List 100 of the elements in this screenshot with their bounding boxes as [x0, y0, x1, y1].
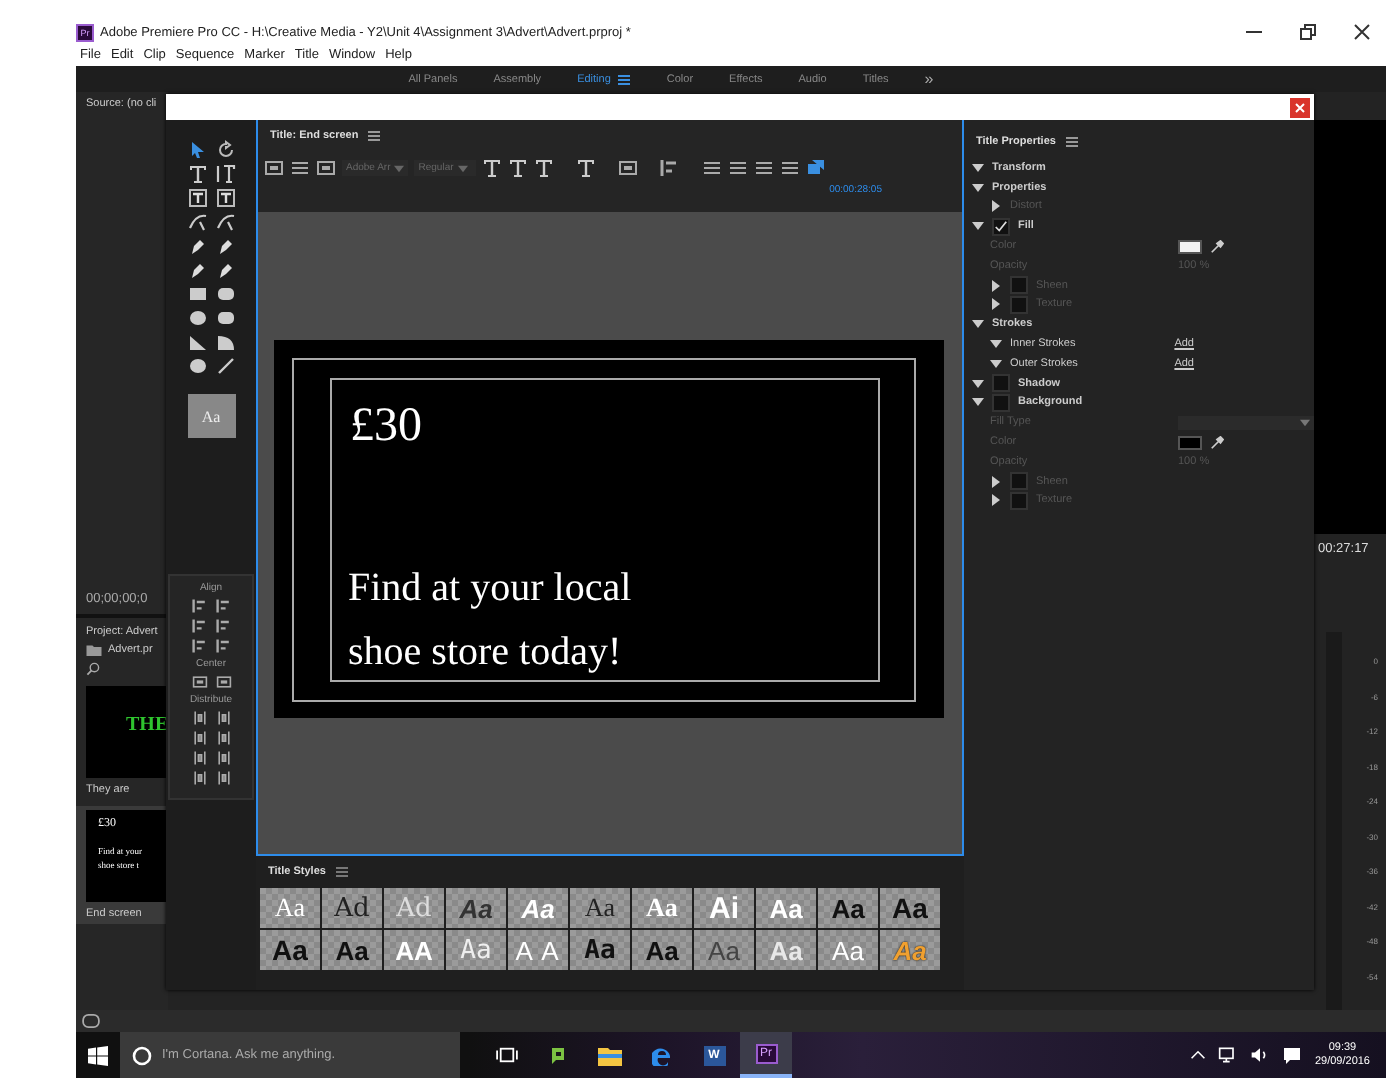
title-style[interactable]: Aa — [818, 930, 878, 970]
expanded-arrow-icon[interactable] — [972, 220, 984, 233]
chevron-up-icon[interactable] — [1190, 1050, 1207, 1060]
menu-icon[interactable] — [618, 73, 631, 85]
underline-icon[interactable] — [533, 158, 554, 178]
expanded-arrow-icon[interactable] — [972, 396, 984, 409]
expanded-arrow-icon[interactable] — [990, 338, 1002, 351]
style-preview: Aa — [187, 394, 235, 438]
close-icon[interactable] — [1352, 22, 1372, 42]
cortana-icon — [132, 1045, 152, 1065]
title-style[interactable]: Aa — [694, 930, 754, 970]
checkbox[interactable] — [992, 374, 1010, 393]
keyboard-icon[interactable] — [82, 1014, 100, 1028]
expanded-arrow-icon[interactable] — [972, 161, 984, 174]
triangle-tool-icon[interactable] — [187, 332, 207, 352]
title-style[interactable]: Aa — [756, 888, 816, 928]
title-text[interactable]: £30 — [350, 400, 422, 454]
vtext-tool-icon[interactable] — [215, 164, 235, 184]
folder-icon — [598, 1045, 622, 1065]
kerning-icon[interactable] — [617, 158, 638, 178]
template-icon[interactable] — [316, 158, 336, 178]
checkbox[interactable] — [992, 217, 1010, 236]
app-icon — [548, 1045, 568, 1065]
line-tool-icon[interactable] — [215, 356, 235, 376]
distribute-icon[interactable] — [191, 730, 207, 746]
title-style[interactable]: Aa — [260, 930, 320, 970]
arrow-tool-icon[interactable] — [187, 140, 207, 160]
task-view-icon — [495, 1046, 517, 1064]
align-center-icon[interactable] — [727, 158, 748, 178]
leading-icon[interactable] — [659, 158, 680, 178]
path-tool-icon[interactable] — [187, 212, 207, 232]
ellipse-tool-icon[interactable] — [187, 308, 207, 328]
new-title-icon[interactable] — [264, 158, 284, 178]
video-icon[interactable] — [805, 158, 826, 178]
align-left-icon[interactable] — [701, 158, 722, 178]
font-size-icon[interactable] — [575, 158, 596, 178]
title-text[interactable]: Find at your local shoe store today! — [348, 556, 632, 684]
caret-icon — [394, 163, 405, 173]
center-icon[interactable] — [191, 674, 207, 690]
align-icon[interactable] — [191, 618, 207, 634]
checkbox[interactable] — [992, 393, 1010, 412]
arc-tool-icon[interactable] — [215, 332, 235, 352]
restore-icon[interactable] — [1298, 22, 1318, 42]
distribute-icon[interactable] — [215, 730, 231, 746]
windows-logo-icon[interactable] — [88, 1045, 108, 1065]
distribute-icon[interactable] — [191, 770, 207, 786]
area-tool-icon[interactable] — [187, 188, 207, 208]
vpath-tool-icon[interactable] — [215, 212, 235, 232]
speaker-icon[interactable] — [1250, 1046, 1271, 1064]
expanded-arrow-icon[interactable] — [972, 181, 984, 194]
rotate-tool-icon[interactable] — [215, 140, 235, 160]
menu-icon[interactable] — [335, 866, 348, 878]
align-right-icon[interactable] — [753, 158, 774, 178]
distribute-icon[interactable] — [191, 750, 207, 766]
text-tool-icon[interactable] — [187, 164, 207, 184]
tab-stops-icon[interactable] — [779, 158, 800, 178]
menu-icon[interactable] — [1065, 136, 1078, 148]
distribute-icon[interactable] — [215, 750, 231, 766]
title-style[interactable]: Ad — [322, 888, 382, 928]
align-icon[interactable] — [191, 598, 207, 614]
eyedropper-icon[interactable] — [1210, 435, 1224, 450]
expanded-arrow-icon[interactable] — [990, 357, 1002, 370]
more-workspaces[interactable]: » — [924, 70, 934, 88]
title-style[interactable]: Aa — [446, 888, 506, 928]
ellipse-tool-icon[interactable] — [187, 356, 207, 376]
varea-tool-icon[interactable] — [215, 188, 235, 208]
title-style[interactable]: Aa — [322, 930, 382, 970]
title-style[interactable]: Aa — [508, 888, 568, 928]
eyedropper-icon[interactable] — [1210, 239, 1224, 254]
folder-icon — [86, 644, 102, 656]
title-style[interactable]: A A — [508, 930, 568, 970]
roll-options-icon[interactable] — [290, 158, 310, 178]
title-style[interactable]: Aa — [570, 930, 630, 970]
notification-icon[interactable] — [1282, 1045, 1303, 1065]
rect-tool-icon[interactable] — [187, 284, 207, 304]
search-icon[interactable] — [86, 662, 100, 676]
title-style[interactable]: Aa — [632, 930, 692, 970]
title-style[interactable]: Aa — [880, 888, 940, 928]
italic-icon[interactable] — [507, 158, 528, 178]
distribute-icon[interactable] — [215, 770, 231, 786]
title-style[interactable]: Aa — [260, 888, 320, 928]
align-icon[interactable] — [191, 638, 207, 654]
align-icon[interactable] — [215, 638, 231, 654]
caret-icon — [1300, 417, 1310, 428]
title-style[interactable]: Ai — [694, 888, 754, 928]
align-icon[interactable] — [215, 618, 231, 634]
title-style[interactable]: Aa — [632, 888, 692, 928]
expanded-arrow-icon[interactable] — [972, 318, 984, 331]
title-style[interactable]: AA — [384, 930, 444, 970]
title-style[interactable]: Aa — [570, 888, 630, 928]
expanded-arrow-icon[interactable] — [972, 377, 984, 390]
distribute-icon[interactable] — [215, 710, 231, 726]
center-icon[interactable] — [215, 674, 231, 690]
menu-icon[interactable] — [368, 130, 381, 142]
title-style[interactable]: Aa — [818, 888, 878, 928]
bold-icon[interactable] — [481, 158, 502, 178]
browser-icon — [652, 1045, 672, 1065]
distribute-icon[interactable] — [191, 710, 207, 726]
network-icon[interactable] — [1218, 1046, 1239, 1064]
align-icon[interactable] — [215, 598, 231, 614]
